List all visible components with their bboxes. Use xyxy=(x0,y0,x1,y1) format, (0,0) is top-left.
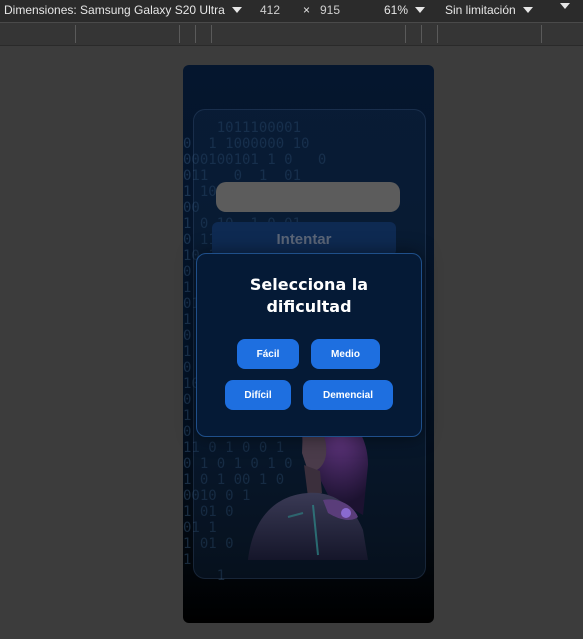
media-query-ruler[interactable] xyxy=(0,22,583,46)
chevron-down-icon xyxy=(415,7,426,13)
dimension-times: × xyxy=(303,3,311,17)
zoom-label: 61% xyxy=(384,3,409,17)
easy-button[interactable]: Fácil xyxy=(237,339,299,369)
chevron-down-icon xyxy=(231,7,242,13)
hard-button[interactable]: Difícil xyxy=(225,380,291,410)
devtools-device-toolbar: Dimensiones: Samsung Galaxy S20 Ultra 41… xyxy=(0,0,583,22)
device-selector[interactable]: Dimensiones: Samsung Galaxy S20 Ultra xyxy=(4,3,242,17)
throttle-label: Sin limitación xyxy=(445,3,516,17)
guess-input[interactable] xyxy=(216,182,400,212)
try-button[interactable]: Intentar xyxy=(212,222,396,256)
medium-button[interactable]: Medio xyxy=(311,339,380,369)
device-label: Dimensiones: Samsung Galaxy S20 Ultra xyxy=(4,3,225,17)
height-input[interactable]: 915 xyxy=(320,3,340,17)
width-input[interactable]: 412 xyxy=(260,3,280,17)
insane-button[interactable]: Demencial xyxy=(303,380,393,410)
chevron-down-icon xyxy=(560,3,570,9)
throttle-selector[interactable]: Sin limitación xyxy=(445,3,533,17)
modal-title: Selecciona la dificultad xyxy=(249,275,369,316)
difficulty-modal: Selecciona la dificultad Fácil Medio Dif… xyxy=(196,253,422,437)
zoom-selector[interactable]: 61% xyxy=(384,3,426,17)
chevron-down-icon xyxy=(522,7,533,13)
more-options[interactable] xyxy=(553,3,570,9)
